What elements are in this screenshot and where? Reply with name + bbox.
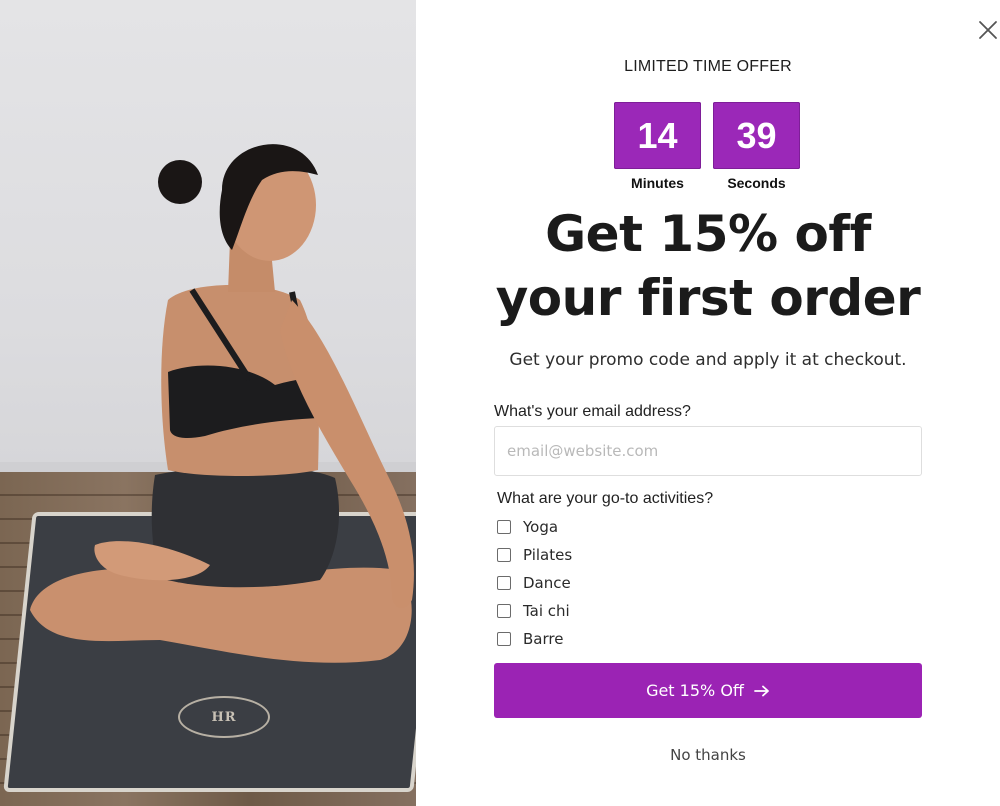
no-thanks-link[interactable]: No thanks [416,746,1000,764]
checkbox[interactable] [497,548,511,562]
checkbox[interactable] [497,604,511,618]
close-icon[interactable] [978,20,998,40]
headline-line-2: your first order [495,269,921,327]
close-button[interactable] [972,14,1000,46]
headline-line-1: Get 15% off [545,205,871,263]
timer-minutes: 14 Minutes [614,102,701,191]
email-label: What's your email address? [494,403,691,420]
subtext: Get your promo code and apply it at chec… [509,350,907,370]
woman-doing-yoga-illustration [30,144,414,663]
timer-minutes-value: 14 [614,102,701,169]
timer-seconds-label: Seconds [727,175,786,191]
checkbox[interactable] [497,520,511,534]
activity-option-label: Yoga [523,518,559,536]
email-field[interactable] [494,426,922,476]
timer-minutes-label: Minutes [631,175,684,191]
mat-logo: HR [178,696,270,738]
timer-seconds-value: 39 [713,102,800,169]
get-discount-label: Get 15% Off [646,681,744,700]
activity-option-label: Dance [523,574,571,592]
hero-photo: HR [0,0,416,806]
activity-option-label: Barre [523,630,564,648]
activity-option-yoga[interactable]: Yoga [497,513,572,541]
offer-panel: LIMITED TIME OFFER 14 Minutes 39 Seconds… [416,0,1000,806]
activity-option-label: Tai chi [523,602,570,620]
timer-seconds: 39 Seconds [713,102,800,191]
activity-option-tai-chi[interactable]: Tai chi [497,597,572,625]
activities-label: What are your go-to activities? [497,490,714,507]
offer-label: LIMITED TIME OFFER [624,58,792,75]
activity-option-pilates[interactable]: Pilates [497,541,572,569]
arrow-right-icon [754,685,770,697]
countdown-timer: 14 Minutes 39 Seconds [614,102,800,191]
activities-checklist: Yoga Pilates Dance Tai chi Barre [497,513,572,653]
activity-option-barre[interactable]: Barre [497,625,572,653]
activity-option-dance[interactable]: Dance [497,569,572,597]
headline: Get 15% off your first order [416,202,1000,330]
discount-popup: HR LIMITED TIME OFFER 14 Minutes 39 Seco… [0,0,1000,806]
checkbox[interactable] [497,632,511,646]
get-discount-button[interactable]: Get 15% Off [494,663,922,718]
checkbox[interactable] [497,576,511,590]
activity-option-label: Pilates [523,546,573,564]
